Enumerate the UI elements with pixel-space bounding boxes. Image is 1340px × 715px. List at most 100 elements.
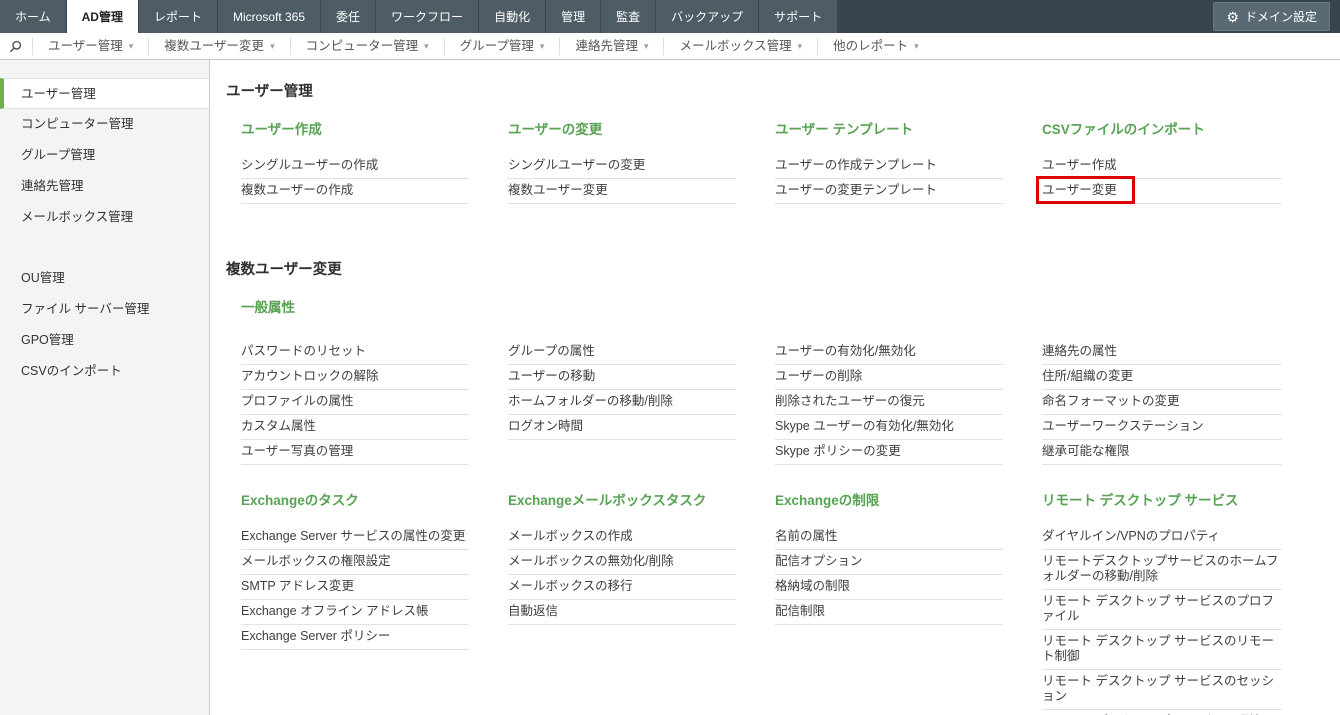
nav-tab-10[interactable]: サポート (759, 0, 839, 33)
task-groups-row: ユーザー作成 シングルユーザーの作成 複数ユーザーの作成 ユーザーの変更 シングルユーザ… (241, 118, 1340, 204)
task-link[interactable]: カスタム属性 (241, 415, 469, 440)
task-group: ユーザー作成 シングルユーザーの作成 複数ユーザーの作成 (241, 118, 508, 204)
sidebar-item-1-2[interactable]: GPO管理 (0, 325, 209, 356)
task-link[interactable]: ユーザー写真の管理 (241, 440, 469, 465)
sidebar-item-1-3[interactable]: CSVのインポート (0, 356, 209, 387)
task-link[interactable]: 住所/組織の変更 (1042, 365, 1282, 390)
main-content: ユーザー管理 ユーザー作成 シングルユーザーの作成 複数ユーザーの作成 ユーザーの変更シ… (210, 60, 1340, 715)
task-link[interactable]: メールボックスの無効化/削除 (508, 550, 736, 575)
sidebar-item-1-1[interactable]: ファイル サーバー管理 (0, 294, 209, 325)
sidebar-item-0-1[interactable]: コンピューター管理 (0, 109, 209, 140)
task-link[interactable]: 配信制限 (775, 600, 1003, 625)
task-link[interactable]: プロファイルの属性 (241, 390, 469, 415)
task-link[interactable]: Exchange オフライン アドレス帳 (241, 600, 469, 625)
sidebar-item-0-2[interactable]: グループ管理 (0, 140, 209, 171)
nav-tab-2[interactable]: レポート (138, 0, 218, 33)
nav-tab-6[interactable]: 自動化 (479, 0, 547, 33)
task-link[interactable]: パスワードのリセット (241, 340, 469, 365)
section-title: ユーザー管理 (226, 84, 313, 100)
chevron-down-icon: ▾ (914, 40, 919, 51)
toolbar-menu-2[interactable]: コンピューター管理 ▾ (289, 37, 444, 55)
nav-tab-9[interactable]: バックアップ (656, 0, 760, 33)
toolbar-menus: ユーザー管理 ▾ 複数ユーザー変更 ▾ コンピューター管理 ▾ グループ管理 ▾ 連絡先管理 ▾ メ… (32, 37, 934, 55)
toolbar-menu-0[interactable]: ユーザー管理 ▾ (32, 37, 148, 55)
task-link[interactable]: リモート デスクトップ サービスのリモート制御 (1042, 630, 1282, 670)
nav-tab-1[interactable]: AD管理 (66, 0, 139, 33)
task-link[interactable]: メールボックスの移行 (508, 575, 736, 600)
toolbar-menu-label: グループ管理 (459, 38, 534, 53)
group-heading: ユーザー テンプレート (775, 122, 914, 137)
domain-settings-button[interactable]: ⚙ ドメイン設定 (1213, 2, 1330, 31)
task-link[interactable]: Exchange Server ポリシー (241, 625, 469, 650)
nav-tab-8[interactable]: 監査 (601, 0, 657, 33)
task-link[interactable]: ユーザーの削除 (775, 365, 1003, 390)
task-link[interactable]: リモート デスクトップ サービスのセッション (1042, 670, 1282, 710)
task-link[interactable]: ユーザーの有効化/無効化 (775, 340, 1003, 365)
task-link[interactable]: アカウントロックの解除 (241, 365, 469, 390)
sidebar-item-0-0[interactable]: ユーザー管理 (0, 78, 209, 109)
toolbar-menu-4[interactable]: 連絡先管理 ▾ (559, 37, 663, 55)
task-link[interactable]: 複数ユーザー変更 (508, 179, 736, 204)
chevron-down-icon: ▾ (797, 40, 803, 51)
toolbar-menu-1[interactable]: 複数ユーザー変更 ▾ (148, 37, 289, 55)
highlight-box (1036, 176, 1135, 204)
task-link[interactable]: ユーザーの移動 (508, 365, 736, 390)
task-link[interactable]: 継承可能な権限 (1042, 440, 1282, 465)
toolbar-menu-5[interactable]: メールボックス管理 ▾ (663, 37, 817, 55)
nav-tab-0[interactable]: ホーム (0, 0, 67, 33)
task-link[interactable]: 連絡先の属性 (1042, 340, 1282, 365)
task-link[interactable]: ユーザーワークステーション (1042, 415, 1282, 440)
task-link[interactable]: グループの属性 (508, 340, 736, 365)
toolbar-menu-label: メールボックス管理 (679, 38, 792, 53)
task-link[interactable]: シングルユーザーの変更 (508, 154, 736, 179)
toolbar-menu-3[interactable]: グループ管理 ▾ (443, 37, 560, 55)
task-group: ユーザー テンプレートユーザーの作成テンプレート ユーザーの変更テンプレート (775, 118, 1042, 204)
task-link[interactable]: 自動返信 (508, 600, 736, 625)
task-link[interactable]: 命名フォーマットの変更 (1042, 390, 1282, 415)
task-link[interactable]: シングルユーザーの作成 (241, 154, 469, 179)
toolbar-menu-label: ユーザー管理 (48, 38, 123, 53)
top-navigation: ホーム AD管理 レポート Microsoft 365 委任 ワークフロー 自動化 管理 監査バ… (0, 0, 1340, 33)
nav-tabs: ホーム AD管理 レポート Microsoft 365 委任 ワークフロー 自動化 管理 監査バ… (0, 0, 839, 33)
chevron-down-icon: ▾ (424, 40, 429, 51)
task-link[interactable]: ユーザーの変更テンプレート (775, 179, 1003, 204)
task-link-column: ユーザーの有効化/無効化 ユーザーの削除 削除されたユーザーの復元 Skype ユーザ… (775, 340, 1042, 465)
task-link[interactable]: 格納域の制限 (775, 575, 1003, 600)
task-link[interactable]: ログオン時間 (508, 415, 736, 440)
task-link[interactable]: ユーザー変更 (1036, 176, 1282, 204)
nav-tab-5[interactable]: ワークフロー (376, 0, 480, 33)
nav-tab-7[interactable]: 管理 (546, 0, 602, 33)
toolbar-menu-6[interactable]: 他のレポート ▾ (817, 37, 934, 55)
task-link[interactable]: Exchange Server サービスの属性の変更 (241, 525, 469, 550)
toolbar-menu-label: 連絡先管理 (575, 38, 638, 53)
task-link[interactable]: 配信オプション (775, 550, 1003, 575)
task-link[interactable]: ダイヤルイン/VPNのプロパティ (1042, 525, 1282, 550)
task-link[interactable]: メールボックスの権限設定 (241, 550, 469, 575)
task-links: ユーザー作成 ユーザー変更 (1036, 154, 1322, 204)
sidebar-item-0-4[interactable]: メールボックス管理 (0, 202, 209, 233)
task-link[interactable]: ホームフォルダーの移動/削除 (508, 390, 736, 415)
sidebar-item-0-3[interactable]: 連絡先管理 (0, 171, 209, 202)
task-link[interactable]: SMTP アドレス変更 (241, 575, 469, 600)
nav-tab-4[interactable]: 委任 (321, 0, 377, 33)
nav-tab-3[interactable]: Microsoft 365 (218, 0, 322, 33)
task-link[interactable]: 名前の属性 (775, 525, 1003, 550)
section-title: 複数ユーザー変更 (226, 262, 342, 278)
task-link[interactable]: 削除されたユーザーの復元 (775, 390, 1003, 415)
task-link[interactable]: Skype ユーザーの有効化/無効化 (775, 415, 1003, 440)
search-icon[interactable] (0, 40, 32, 53)
task-link[interactable]: 複数ユーザーの作成 (241, 179, 469, 204)
section-0: ユーザー管理 ユーザー作成 シングルユーザーの作成 複数ユーザーの作成 ユーザーの変更シ… (226, 80, 1340, 204)
toolbar-menu-label: 他のレポート (833, 38, 909, 53)
task-link[interactable]: Skype ポリシーの変更 (775, 440, 1003, 465)
sidebar-item-1-0[interactable]: OU管理 (0, 263, 209, 294)
task-links: 名前の属性 配信オプション 格納域の制限 配信制限 (775, 525, 1042, 625)
task-link[interactable]: リモート デスクトップ サービスのプロファイル (1042, 590, 1282, 630)
task-link[interactable]: ユーザー作成 (1042, 154, 1282, 179)
task-group: Exchangeの制限 名前の属性 配信オプション 格納域の制限 配信制限 (775, 489, 1042, 715)
task-link[interactable]: リモート デスクトップ サービスの環境 (1042, 710, 1282, 715)
task-link[interactable]: リモートデスクトップサービスのホームフォルダーの移動/削除 (1042, 550, 1282, 590)
task-link[interactable]: メールボックスの作成 (508, 525, 736, 550)
task-links: Exchange Server サービスの属性の変更 メールボックスの権限設定 SM… (241, 525, 508, 650)
task-link[interactable]: ユーザーの作成テンプレート (775, 154, 1003, 179)
